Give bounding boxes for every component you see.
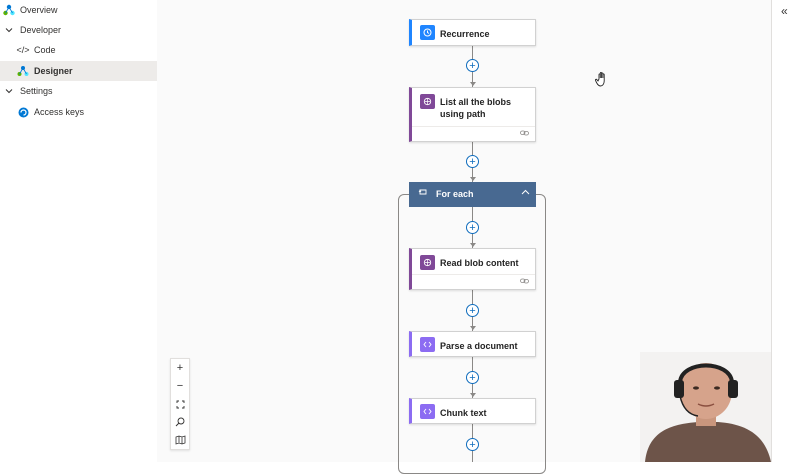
sidebar-item-designer[interactable]: Designer: [0, 61, 174, 81]
zoom-out-button[interactable]: −: [171, 377, 189, 395]
chevron-up-icon[interactable]: [521, 187, 530, 197]
sidebar-item-code[interactable]: </> Code: [0, 40, 174, 60]
sidebar-item-access-keys[interactable]: Access keys: [0, 102, 174, 122]
insert-step-button[interactable]: +: [466, 371, 479, 384]
card-title: List all the blobs using path: [440, 97, 512, 119]
search-button[interactable]: [171, 413, 189, 431]
loop-icon: [418, 188, 428, 198]
data-operation-icon: [420, 337, 435, 352]
hand-cursor-icon: [594, 70, 612, 93]
presenter-image: [640, 352, 771, 462]
minimap-button[interactable]: [171, 431, 189, 449]
insert-step-button[interactable]: +: [466, 438, 479, 451]
canvas-controls: + −: [170, 358, 190, 450]
chunk-text-action-card[interactable]: Chunk text: [409, 398, 536, 424]
sidebar-item-label: Overview: [20, 5, 58, 15]
map-icon: [175, 435, 185, 445]
list-blobs-action-card[interactable]: List all the blobs using path: [409, 87, 536, 142]
webcam-overlay: [640, 352, 771, 462]
card-title: Chunk text: [440, 408, 487, 418]
for-each-header[interactable]: For each: [409, 182, 536, 207]
access-keys-icon: [17, 106, 29, 118]
code-icon: </>: [16, 45, 30, 55]
card-footer: [412, 126, 535, 141]
sidebar-item-label: Access keys: [34, 107, 85, 117]
read-blob-action-card[interactable]: Read blob content: [409, 248, 536, 290]
zoom-in-button[interactable]: +: [171, 359, 189, 377]
card-footer: [412, 274, 535, 289]
insert-step-button[interactable]: +: [466, 155, 479, 168]
connection-link-icon[interactable]: [520, 130, 529, 138]
sidebar-item-label: Code: [34, 45, 56, 55]
card-title: For each: [436, 189, 474, 199]
fit-view-button[interactable]: [171, 395, 189, 413]
insert-step-button[interactable]: +: [466, 304, 479, 317]
card-title: Recurrence: [440, 29, 490, 39]
designer-icon: [17, 65, 29, 77]
blob-storage-icon: [420, 255, 435, 270]
fit-view-icon: [176, 400, 184, 408]
sidebar-group-label: Settings: [20, 86, 53, 96]
chevron-down-icon: [3, 85, 15, 97]
connection-link-icon[interactable]: [520, 278, 529, 286]
right-panel-rail: «: [771, 0, 800, 462]
sidebar-group-settings[interactable]: Settings: [0, 81, 160, 101]
card-title: Parse a document: [440, 341, 518, 351]
chevron-down-icon: [3, 24, 15, 36]
recurrence-trigger-card[interactable]: Recurrence: [409, 19, 536, 46]
collapse-panel-icon[interactable]: «: [781, 4, 788, 18]
plus-icon: +: [176, 362, 184, 374]
sidebar-nav: Overview Developer </> Code Designer Set…: [0, 0, 174, 462]
insert-step-button[interactable]: +: [466, 221, 479, 234]
card-title: Read blob content: [440, 258, 519, 268]
connector-arrow: [469, 177, 476, 181]
connector-arrow: [469, 82, 476, 86]
overview-icon: [3, 4, 15, 16]
minus-icon: −: [176, 380, 184, 392]
insert-step-button[interactable]: +: [466, 59, 479, 72]
sidebar-group-label: Developer: [20, 25, 62, 35]
clock-icon: [420, 25, 435, 40]
blob-storage-icon: [420, 94, 435, 109]
sidebar-item-label: Designer: [34, 66, 73, 76]
parse-document-action-card[interactable]: Parse a document: [409, 331, 536, 357]
sidebar-group-developer[interactable]: Developer: [0, 20, 160, 40]
search-icon: [175, 417, 185, 427]
sidebar-item-overview[interactable]: Overview: [0, 0, 160, 20]
data-operation-icon: [420, 404, 435, 419]
